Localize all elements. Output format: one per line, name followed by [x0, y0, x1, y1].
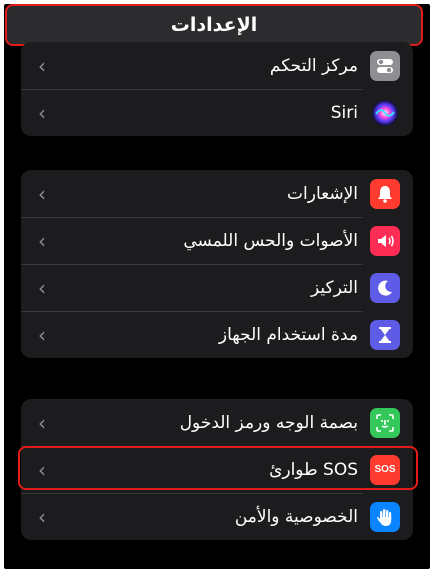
settings-item-label: بصمة الوجه ورمز الدخول — [179, 412, 358, 433]
settings-item-sounds[interactable]: الأصوات والحس اللمسي ‹ — [21, 217, 413, 264]
settings-group-2: الإشعارات ‹ الأصوات والحس اللمسي ‹ الترك… — [21, 170, 413, 358]
sos-icon: SOS — [370, 454, 400, 485]
hand-icon — [370, 501, 400, 532]
settings-item-siri[interactable]: Siri ‹ — [21, 89, 413, 136]
settings-item-face-id[interactable]: بصمة الوجه ورمز الدخول ‹ — [21, 399, 413, 446]
settings-item-label: Siri — [330, 102, 358, 123]
settings-item-notifications[interactable]: الإشعارات ‹ — [21, 170, 413, 217]
settings-item-label: الإشعارات — [287, 183, 358, 204]
moon-icon — [370, 272, 400, 303]
chevron-icon: ‹ — [38, 228, 46, 253]
page-title-bar: الإعدادات — [5, 4, 423, 46]
sos-icon-text: SOS — [374, 464, 396, 475]
settings-item-focus[interactable]: التركيز ‹ — [21, 264, 413, 311]
settings-item-label: الخصوصية والأمن — [234, 506, 358, 527]
chevron-icon: ‹ — [38, 410, 46, 435]
settings-item-emergency-sos[interactable]: SOS طوارئ SOS ‹ — [21, 446, 413, 493]
bell-icon — [370, 178, 400, 209]
face-id-icon — [370, 407, 400, 438]
control-center-icon — [370, 50, 400, 81]
siri-icon — [370, 97, 400, 128]
chevron-icon: ‹ — [38, 181, 46, 206]
settings-item-control-center[interactable]: مركز التحكم ‹ — [21, 42, 413, 89]
speaker-icon — [370, 225, 400, 256]
settings-item-label: مركز التحكم — [269, 55, 358, 76]
settings-item-label: التركيز — [310, 277, 358, 298]
chevron-icon: ‹ — [38, 504, 46, 529]
chevron-icon: ‹ — [38, 322, 46, 347]
settings-item-privacy[interactable]: الخصوصية والأمن ‹ — [21, 493, 413, 540]
page-title: الإعدادات — [170, 14, 258, 36]
chevron-icon: ‹ — [38, 53, 46, 78]
settings-group-3: بصمة الوجه ورمز الدخول ‹ SOS طوارئ SOS ‹ — [21, 399, 413, 540]
hourglass-icon — [370, 319, 400, 350]
settings-group-1: مركز التحكم ‹ Siri ‹ — [21, 42, 413, 136]
settings-item-screen-time[interactable]: مدة استخدام الجهاز ‹ — [21, 311, 413, 358]
chevron-icon: ‹ — [38, 457, 46, 482]
settings-screen: الإعدادات مركز التحكم ‹ Siri ‹ الإشعارات… — [4, 4, 430, 569]
settings-item-label: الأصوات والحس اللمسي — [183, 230, 358, 251]
chevron-icon: ‹ — [38, 100, 46, 125]
settings-item-label: مدة استخدام الجهاز — [218, 324, 358, 345]
settings-item-label: طوارئ SOS — [269, 459, 358, 480]
chevron-icon: ‹ — [38, 275, 46, 300]
